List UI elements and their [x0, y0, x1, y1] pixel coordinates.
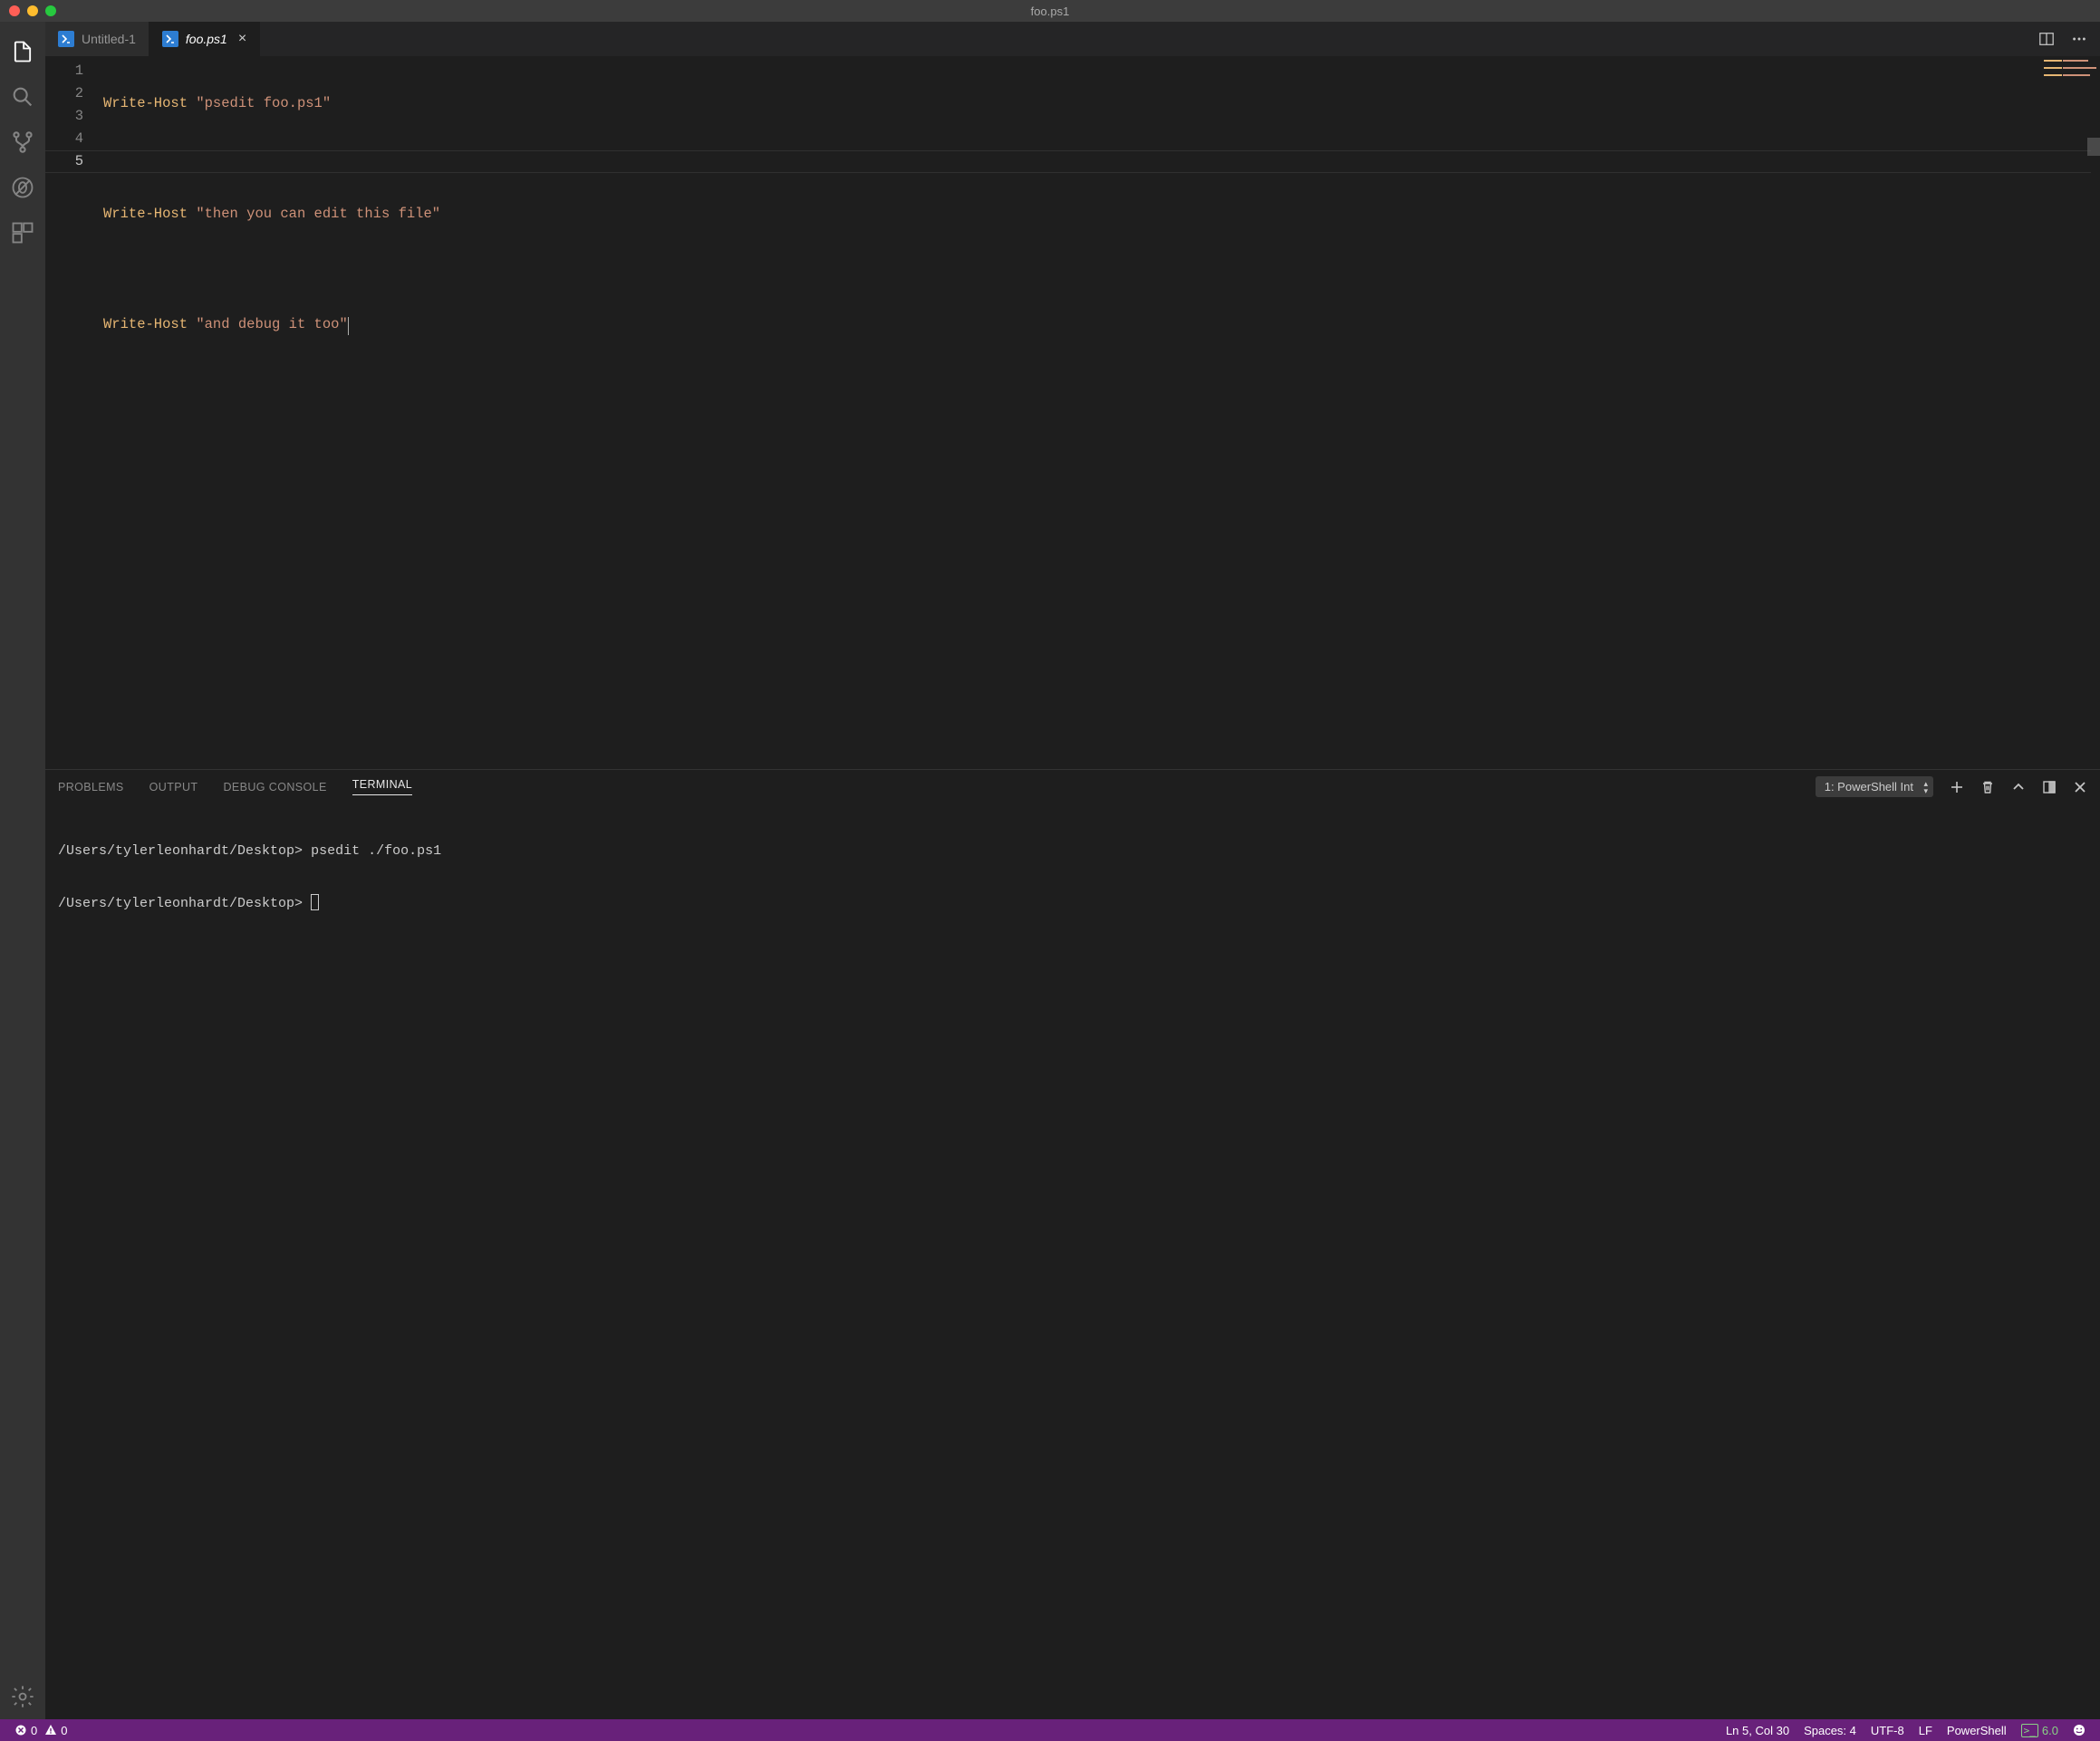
powershell-badge-icon: >_ [2021, 1724, 2038, 1737]
line-number: 1 [45, 60, 83, 82]
status-eol[interactable]: LF [1912, 1719, 1940, 1741]
status-errors[interactable]: 0 [7, 1719, 44, 1741]
panel: PROBLEMS OUTPUT DEBUG CONSOLE TERMINAL 1… [45, 769, 2100, 1719]
extensions-icon[interactable] [0, 210, 45, 255]
code-line: Write-Host "then you can edit this file" [103, 203, 440, 226]
new-terminal-icon[interactable] [1950, 780, 1964, 794]
status-encoding[interactable]: UTF-8 [1864, 1719, 1912, 1741]
status-indentation[interactable]: Spaces: 4 [1797, 1719, 1864, 1741]
status-cursor-position[interactable]: Ln 5, Col 30 [1719, 1719, 1797, 1741]
search-icon[interactable] [0, 74, 45, 120]
terminal-line: /Users/tylerleonhardt/Desktop> psedit ./… [58, 841, 2087, 862]
tab-label: Untitled-1 [82, 32, 136, 46]
code-line [103, 148, 440, 170]
status-feedback-icon[interactable] [2066, 1719, 2093, 1741]
debug-icon[interactable] [0, 165, 45, 210]
activity-bar [0, 22, 45, 1719]
window-title: foo.ps1 [0, 5, 2100, 18]
panel-tools: 1: PowerShell Int ▴▾ [1816, 780, 2087, 794]
minimize-window-button[interactable] [27, 5, 38, 16]
code-line: Write-Host "and debug it too" [103, 313, 440, 336]
status-warnings[interactable]: 0 [44, 1719, 74, 1741]
kill-terminal-icon[interactable] [1980, 780, 1995, 794]
tab-untitled-1[interactable]: Untitled-1 [45, 22, 149, 56]
code-editor[interactable]: 1 2 3 4 5 Write-Host "psedit foo.ps1" Wr… [45, 56, 2100, 769]
status-bar: 0 0 Ln 5, Col 30 Spaces: 4 UTF-8 LF Powe… [0, 1719, 2100, 1741]
editor-tabs: Untitled-1 foo.ps1 × [45, 22, 2100, 56]
source-control-icon[interactable] [0, 120, 45, 165]
line-number: 3 [45, 105, 83, 128]
terminal-line: /Users/tylerleonhardt/Desktop> [58, 893, 2087, 915]
code-line: Write-Host "psedit foo.ps1" [103, 92, 440, 115]
overview-ruler[interactable] [2087, 56, 2100, 769]
explorer-icon[interactable] [0, 29, 45, 74]
main-area: Untitled-1 foo.ps1 × [0, 22, 2100, 1719]
editor-actions [2038, 22, 2100, 56]
line-number: 4 [45, 128, 83, 150]
line-number: 2 [45, 82, 83, 105]
code-content[interactable]: Write-Host "psedit foo.ps1" Write-Host "… [103, 56, 440, 769]
settings-gear-icon[interactable] [0, 1674, 45, 1719]
close-tab-icon[interactable]: × [238, 31, 246, 47]
split-editor-icon[interactable] [2038, 31, 2055, 47]
status-language-mode[interactable]: PowerShell [1940, 1719, 2014, 1741]
editor-group: Untitled-1 foo.ps1 × [45, 22, 2100, 1719]
powershell-file-icon [58, 31, 74, 47]
panel-tab-problems[interactable]: PROBLEMS [58, 781, 124, 794]
text-cursor [348, 317, 350, 335]
close-window-button[interactable] [9, 5, 20, 16]
tab-foo-ps1[interactable]: foo.ps1 × [149, 22, 260, 56]
panel-tabs: PROBLEMS OUTPUT DEBUG CONSOLE TERMINAL 1… [45, 770, 2100, 804]
terminal-body[interactable]: /Users/tylerleonhardt/Desktop> psedit ./… [45, 804, 2100, 1719]
titlebar: foo.ps1 [0, 0, 2100, 22]
terminal-selector[interactable]: 1: PowerShell Int ▴▾ [1816, 780, 1933, 794]
panel-tab-output[interactable]: OUTPUT [149, 781, 198, 794]
status-powershell-version[interactable]: >_ 6.0 [2014, 1719, 2066, 1741]
code-line [103, 258, 440, 281]
tab-label: foo.ps1 [186, 32, 227, 46]
overview-mark [2087, 138, 2100, 156]
collapse-panel-icon[interactable] [2011, 780, 2026, 794]
terminal-cursor [311, 894, 319, 910]
panel-tab-debug-console[interactable]: DEBUG CONSOLE [223, 781, 326, 794]
maximize-window-button[interactable] [45, 5, 56, 16]
maximize-panel-icon[interactable] [2042, 780, 2057, 794]
window-controls [0, 5, 56, 16]
panel-tab-terminal[interactable]: TERMINAL [352, 778, 412, 795]
vscode-window: foo.ps1 [0, 0, 2100, 1741]
powershell-file-icon [162, 31, 178, 47]
status-bar-right: Ln 5, Col 30 Spaces: 4 UTF-8 LF PowerShe… [1719, 1719, 2093, 1741]
more-actions-icon[interactable] [2071, 31, 2087, 47]
close-panel-icon[interactable] [2073, 780, 2087, 794]
